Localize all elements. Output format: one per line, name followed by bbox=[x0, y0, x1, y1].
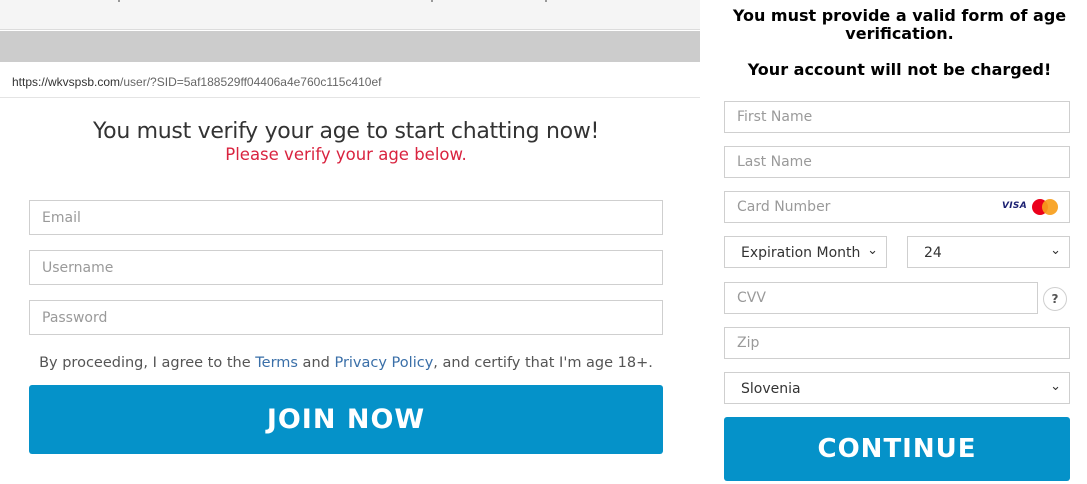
country-select[interactable]: Slovenia ⌄ bbox=[724, 372, 1070, 404]
username-field[interactable] bbox=[29, 250, 663, 285]
browser-tab-strip bbox=[0, 0, 700, 30]
expiration-year-select[interactable]: 24 ⌄ bbox=[907, 236, 1070, 268]
consent-text: By proceeding, I agree to the Terms and … bbox=[0, 355, 692, 371]
card-brand-logos: VISA bbox=[1002, 199, 1064, 215]
verification-panel: You must provide a valid form of age ver… bbox=[712, 0, 1087, 484]
expiration-year-value: 24 bbox=[924, 245, 942, 261]
chevron-down-icon: ⌄ bbox=[1050, 379, 1061, 394]
page-subheadline: Please verify your age below. bbox=[225, 145, 467, 164]
consent-suffix: , and certify that I'm age 18+. bbox=[433, 355, 653, 371]
cvv-help-icon[interactable]: ? bbox=[1043, 287, 1067, 311]
address-bar[interactable]: https://wkvspsb.com/user/?SID=5af188529f… bbox=[0, 66, 700, 98]
cvv-field[interactable] bbox=[724, 282, 1038, 314]
chevron-down-icon: ⌄ bbox=[867, 243, 878, 258]
expiration-month-select[interactable]: Expiration Month ⌄ bbox=[724, 236, 887, 268]
not-charged-notice: Your account will not be charged! bbox=[747, 60, 1052, 79]
consent-prefix: By proceeding, I agree to the bbox=[39, 355, 256, 371]
join-now-button[interactable]: JOIN NOW bbox=[29, 385, 663, 454]
zip-field[interactable] bbox=[724, 327, 1070, 359]
first-name-field[interactable] bbox=[724, 101, 1070, 133]
last-name-field[interactable] bbox=[724, 146, 1070, 178]
email-field[interactable] bbox=[29, 200, 663, 235]
password-field[interactable] bbox=[29, 300, 663, 335]
url-host: https://wkvspsb.com bbox=[12, 75, 121, 89]
consent-and: and bbox=[297, 355, 335, 371]
expiration-month-value: Expiration Month bbox=[741, 245, 861, 261]
terms-link[interactable]: Terms bbox=[255, 355, 298, 371]
verification-title: You must provide a valid form of age ver… bbox=[732, 6, 1067, 43]
country-value: Slovenia bbox=[741, 381, 801, 397]
continue-button[interactable]: CONTINUE bbox=[724, 417, 1070, 481]
address-url[interactable]: https://wkvspsb.com/user/?SID=5af188529f… bbox=[12, 75, 382, 89]
browser-toolbar bbox=[0, 31, 700, 62]
chevron-down-icon: ⌄ bbox=[1050, 243, 1061, 258]
signup-panel: https://wkvspsb.com/user/?SID=5af188529f… bbox=[0, 0, 700, 484]
url-path: /user/?SID=5af188529ff04406a4e760c115c41… bbox=[120, 75, 382, 89]
privacy-policy-link[interactable]: Privacy Policy bbox=[334, 355, 433, 371]
mastercard-icon-overlap bbox=[1042, 199, 1058, 215]
visa-icon: VISA bbox=[1002, 201, 1027, 211]
page-headline: You must verify your age to start chatti… bbox=[92, 119, 600, 144]
